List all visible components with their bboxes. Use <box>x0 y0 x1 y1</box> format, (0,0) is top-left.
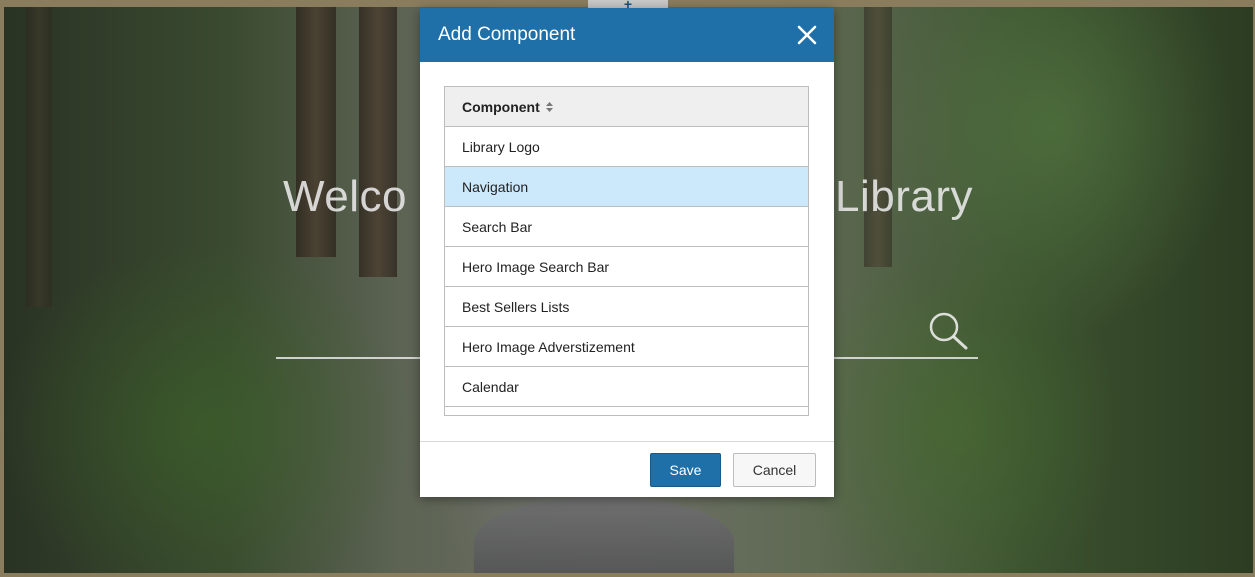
dialog-body: Component Library Logo Navigation Search… <box>420 62 834 442</box>
table-row[interactable]: Search Bar <box>445 207 808 247</box>
table-row[interactable]: Library Logo <box>445 127 808 167</box>
tree-trunk <box>26 7 52 307</box>
search-icon[interactable] <box>928 311 970 351</box>
table-row[interactable]: Hero Image Search Bar <box>445 247 808 287</box>
dialog-footer: Save Cancel <box>420 442 834 497</box>
column-header-label: Component <box>462 98 540 115</box>
table-row[interactable]: Best Sellers Lists <box>445 287 808 327</box>
row-label: Library Logo <box>462 138 540 155</box>
row-label: Search Bar <box>462 218 533 235</box>
component-table[interactable]: Component Library Logo Navigation Search… <box>444 86 809 416</box>
road <box>474 497 734 573</box>
welcome-text-right: Library <box>835 172 973 221</box>
table-row[interactable]: Calendar <box>445 367 808 407</box>
column-header-component[interactable]: Component <box>445 87 808 127</box>
row-label: Hero Image Search Bar <box>462 258 610 275</box>
add-section-handle[interactable]: + <box>588 0 668 8</box>
save-button[interactable]: Save <box>650 452 721 487</box>
row-label: Navigation <box>462 178 529 195</box>
tree-trunk <box>359 7 397 277</box>
welcome-text-left: Welco <box>283 172 407 221</box>
dialog-header: Add Component <box>420 8 834 62</box>
sort-icon[interactable] <box>545 101 553 112</box>
table-row[interactable]: Navigation <box>445 167 808 207</box>
cancel-button[interactable]: Cancel <box>733 452 816 487</box>
row-label: Calendar <box>462 378 519 395</box>
row-label: Hero Image Adverstizement <box>462 338 635 355</box>
close-icon[interactable] <box>794 22 820 48</box>
table-row[interactable]: Hero Image Adverstizement <box>445 327 808 367</box>
tree-trunk <box>864 7 892 267</box>
add-component-dialog: Add Component Component Library Logo Nav… <box>420 8 834 497</box>
dialog-title: Add Component <box>438 24 576 45</box>
row-label: Best Sellers Lists <box>462 298 570 315</box>
